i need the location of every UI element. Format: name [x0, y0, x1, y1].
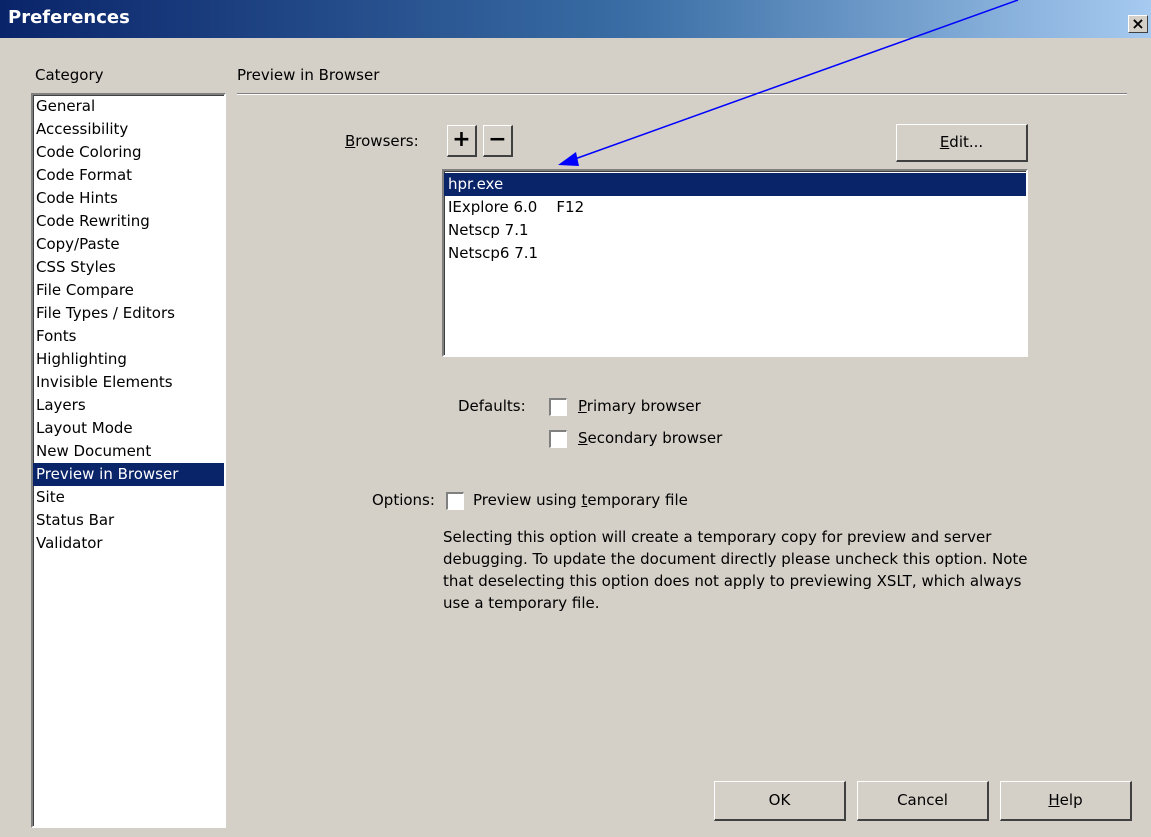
category-item-code-hints[interactable]: Code Hints [33, 187, 224, 210]
plus-icon: + [452, 127, 471, 152]
annotation-arrow-head [558, 152, 579, 166]
help-mnemonic: H [1048, 791, 1060, 809]
category-item-invisible-elements[interactable]: Invisible Elements [33, 371, 224, 394]
category-item-accessibility[interactable]: Accessibility [33, 118, 224, 141]
edit-button-rest: dit... [949, 133, 984, 151]
primary-mnemonic: P [578, 397, 587, 415]
category-item-code-format[interactable]: Code Format [33, 164, 224, 187]
category-item-site[interactable]: Site [33, 486, 224, 509]
category-item-file-types-editors[interactable]: File Types / Editors [33, 302, 224, 325]
category-label: Category [35, 66, 104, 84]
secondary-rest: econdary browser [587, 429, 723, 447]
secondary-browser-label[interactable]: Secondary browser [578, 429, 722, 447]
browser-item-iexplore[interactable]: IExplore 6.0 F12 [444, 196, 1026, 219]
temp-before: Preview using [473, 491, 582, 509]
options-label: Options: [372, 491, 435, 509]
browsers-label-mnemonic: B [345, 132, 356, 150]
edit-browser-button[interactable]: Edit... [896, 124, 1028, 162]
primary-browser-label[interactable]: Primary browser [578, 397, 701, 415]
browser-list[interactable]: hpr.exe IExplore 6.0 F12 Netscp 7.1 Nets… [442, 169, 1028, 357]
temporary-file-description: Selecting this option will create a temp… [443, 528, 1028, 612]
browsers-label-rest: rowsers: [355, 132, 419, 150]
category-item-css-styles[interactable]: CSS Styles [33, 256, 224, 279]
browser-item-netscp6[interactable]: Netscp6 7.1 [444, 242, 1026, 265]
category-item-copy-paste[interactable]: Copy/Paste [33, 233, 224, 256]
category-item-code-rewriting[interactable]: Code Rewriting [33, 210, 224, 233]
category-item-layers[interactable]: Layers [33, 394, 224, 417]
primary-rest: rimary browser [586, 397, 701, 415]
defaults-label: Defaults: [458, 397, 526, 415]
help-rest: elp [1059, 791, 1083, 809]
secondary-browser-checkbox[interactable] [549, 430, 567, 448]
title-bar: Preferences × [0, 0, 1151, 38]
browsers-label: Browsers: [345, 132, 419, 150]
remove-browser-button[interactable]: − [483, 125, 513, 157]
add-browser-button[interactable]: + [447, 125, 477, 157]
category-item-preview-in-browser[interactable]: Preview in Browser [33, 463, 224, 486]
category-item-validator[interactable]: Validator [33, 532, 224, 555]
category-item-highlighting[interactable]: Highlighting [33, 348, 224, 371]
category-list[interactable]: General Accessibility Code Coloring Code… [31, 93, 226, 828]
edit-button-mnemonic: E [939, 133, 950, 151]
category-item-new-document[interactable]: New Document [33, 440, 224, 463]
category-item-general[interactable]: General [33, 95, 224, 118]
primary-browser-checkbox[interactable] [549, 398, 567, 416]
close-button[interactable]: × [1128, 15, 1148, 33]
category-item-file-compare[interactable]: File Compare [33, 279, 224, 302]
temporary-file-checkbox[interactable] [446, 492, 464, 510]
ok-button[interactable]: OK [714, 781, 846, 821]
window-title: Preferences [8, 7, 130, 28]
category-item-code-coloring[interactable]: Code Coloring [33, 141, 224, 164]
secondary-mnemonic: S [578, 429, 588, 447]
help-button[interactable]: Help [1000, 781, 1132, 821]
category-item-fonts[interactable]: Fonts [33, 325, 224, 348]
cancel-button[interactable]: Cancel [857, 781, 989, 821]
browser-item-hpr[interactable]: hpr.exe [444, 173, 1026, 196]
temp-after: emporary file [587, 491, 688, 509]
minus-icon: − [488, 127, 507, 152]
category-item-status-bar[interactable]: Status Bar [33, 509, 224, 532]
panel-divider [237, 93, 1127, 95]
category-item-layout-mode[interactable]: Layout Mode [33, 417, 224, 440]
temporary-file-label[interactable]: Preview using temporary file [473, 491, 688, 509]
close-icon: × [1131, 14, 1145, 33]
panel-title: Preview in Browser [237, 66, 380, 84]
browser-item-netscp[interactable]: Netscp 7.1 [444, 219, 1026, 242]
